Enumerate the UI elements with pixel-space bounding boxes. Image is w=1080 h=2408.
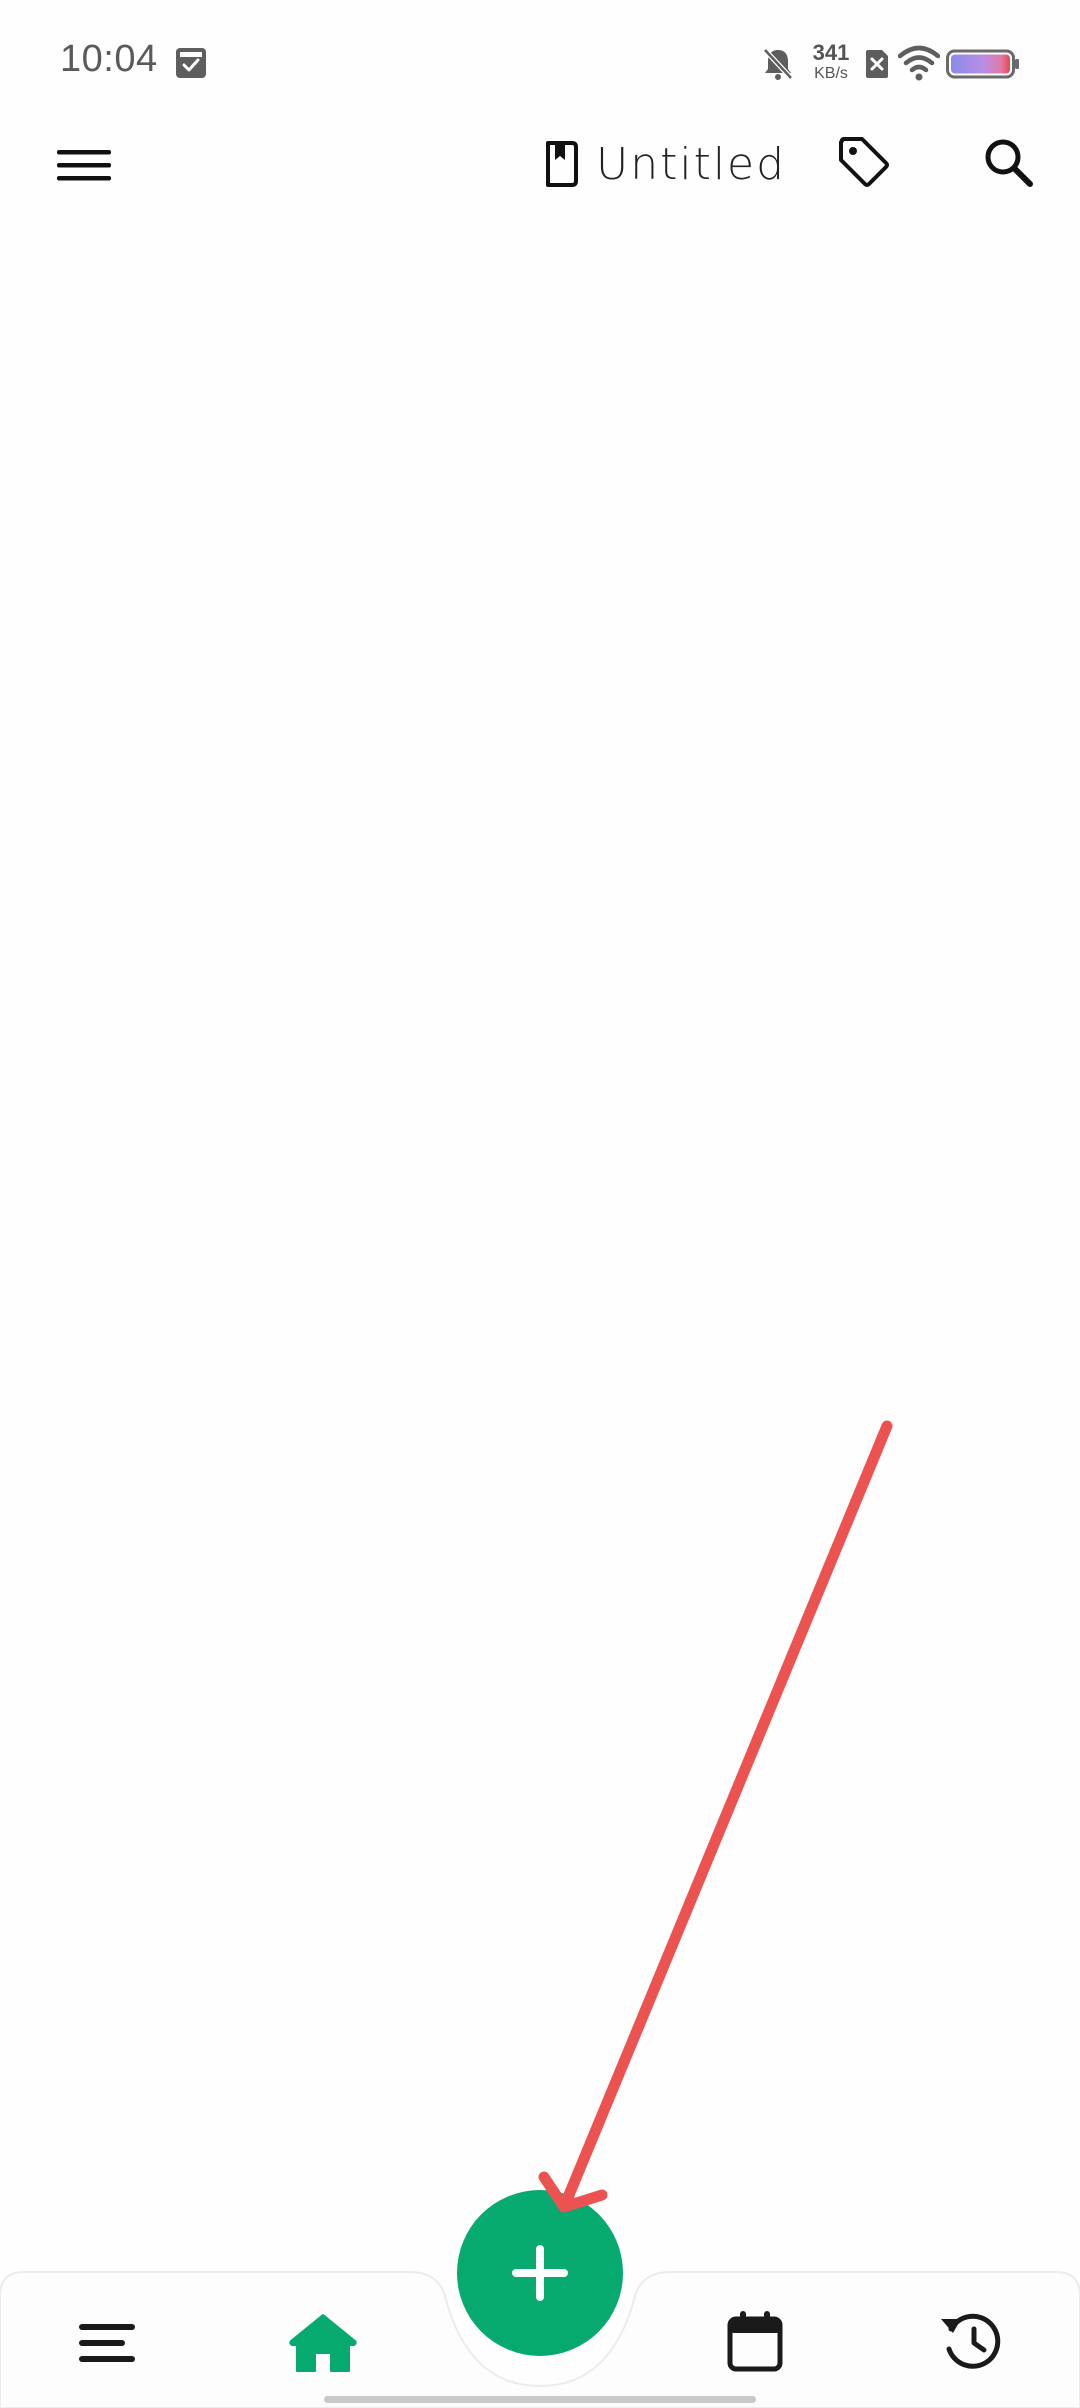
network-speed-value: 341 <box>812 40 850 65</box>
nav-home-button[interactable] <box>278 2298 368 2388</box>
add-note-button[interactable] <box>457 2190 623 2356</box>
status-time: 10:04 <box>60 38 158 80</box>
home-indicator[interactable] <box>324 2396 756 2403</box>
notebook-selector[interactable]: Untitled <box>542 136 786 192</box>
calendar-check-icon <box>176 48 206 78</box>
search-icon[interactable] <box>980 134 1036 190</box>
plus-icon <box>512 2245 568 2301</box>
notes-content-area[interactable] <box>0 210 1080 2270</box>
bookmark-notebook-icon <box>546 141 578 187</box>
nav-calendar-button[interactable] <box>710 2296 800 2386</box>
status-bar: 10:04 341 KB/s <box>0 0 1080 120</box>
nav-list-button[interactable] <box>62 2298 152 2388</box>
bell-off-icon <box>763 48 793 80</box>
history-icon <box>941 2313 1001 2369</box>
wifi-icon <box>898 45 940 81</box>
list-icon <box>79 2324 135 2362</box>
notebook-title-label: Untitled <box>596 138 787 190</box>
network-speed-unit: KB/s <box>814 65 848 82</box>
nav-history-button[interactable] <box>926 2296 1016 2386</box>
hamburger-menu-icon[interactable] <box>54 140 114 190</box>
top-app-bar: Untitled <box>0 120 1080 210</box>
calendar-icon <box>727 2311 783 2372</box>
network-speed: 341 KB/s <box>806 42 856 82</box>
tag-icon[interactable] <box>836 134 892 190</box>
sim-off-icon <box>866 50 888 78</box>
battery-icon <box>946 49 1019 79</box>
home-icon <box>289 2314 357 2372</box>
note-app-screen: 10:04 341 KB/s Untitled <box>0 0 1080 2408</box>
